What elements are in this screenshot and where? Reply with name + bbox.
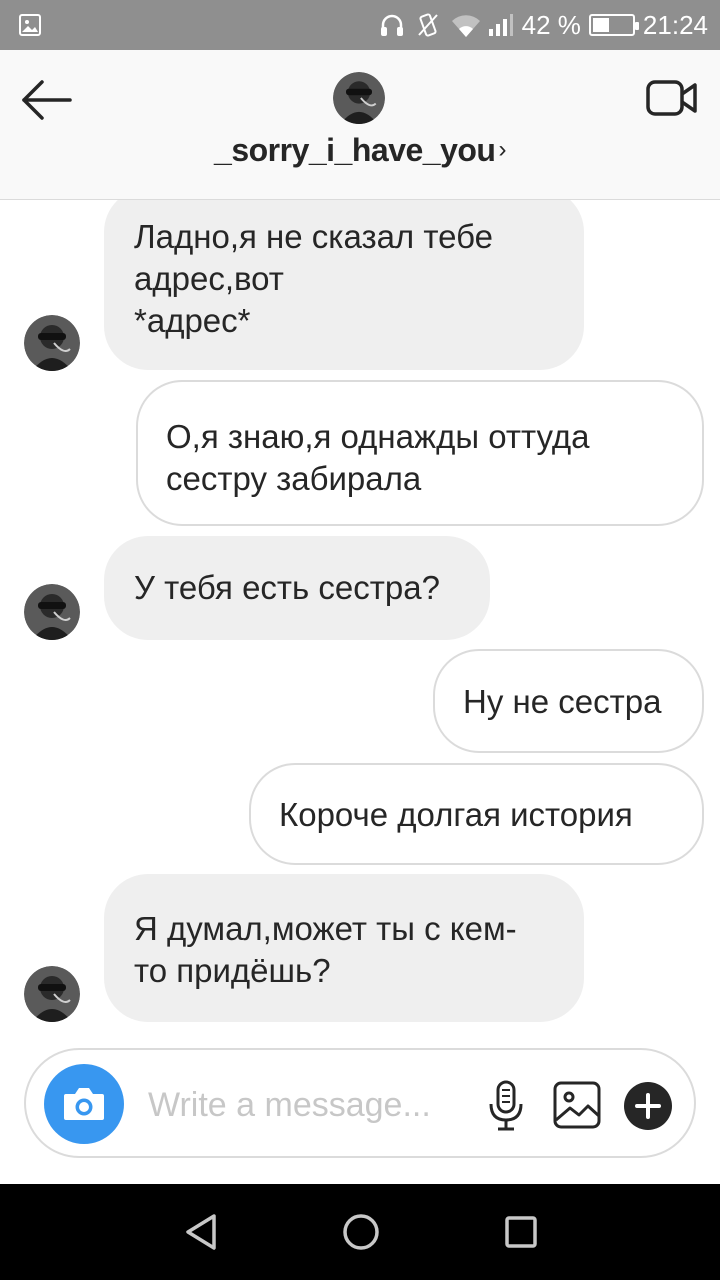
message-text: Я думал,может ты с кем- то придёшь? <box>134 910 517 989</box>
message-composer <box>24 1048 696 1158</box>
gallery-icon <box>553 1081 601 1129</box>
message-text: Ну не сестра <box>463 683 662 720</box>
microphone-button[interactable] <box>486 1080 526 1132</box>
more-options-button[interactable] <box>624 1082 672 1130</box>
message-thread[interactable]: Ладно,я не сказал тебе адрес,вот *адрес*… <box>0 200 720 1030</box>
message-outgoing[interactable]: О,я знаю,я однажды оттуда сестру забирал… <box>136 380 704 526</box>
message-text: О,я знаю,я однажды оттуда сестру забирал… <box>166 418 590 497</box>
gallery-notification-icon <box>18 13 42 37</box>
status-bar: 42 % 21:24 <box>0 0 720 50</box>
nav-recents-button[interactable] <box>499 1210 543 1254</box>
status-indicators: 42 % 21:24 <box>378 0 708 50</box>
message-text: Короче долгая история <box>279 796 633 833</box>
camera-button[interactable] <box>44 1064 124 1144</box>
back-button[interactable] <box>18 78 76 122</box>
sender-avatar[interactable] <box>24 584 80 640</box>
message-text: У тебя есть сестра? <box>134 569 440 606</box>
message-text: Ладно,я не сказал тебе адрес,вот *адрес* <box>134 218 493 339</box>
nav-back-button[interactable] <box>180 1210 224 1254</box>
username-title[interactable]: _sorry_i_have_you › <box>0 132 720 169</box>
profile-avatar[interactable] <box>333 72 385 124</box>
sender-avatar[interactable] <box>24 315 80 371</box>
headphones-icon <box>378 11 406 39</box>
gallery-button[interactable] <box>552 1080 602 1130</box>
message-incoming[interactable]: У тебя есть сестра? <box>104 536 490 640</box>
nav-home-button[interactable] <box>339 1210 383 1254</box>
wifi-icon <box>450 11 480 39</box>
arrow-left-icon <box>22 80 72 120</box>
video-call-button[interactable] <box>646 78 698 118</box>
username: _sorry_i_have_you <box>214 132 496 168</box>
chat-header: _sorry_i_have_you › <box>0 50 720 200</box>
clock: 21:24 <box>642 9 708 40</box>
navigation-bar <box>0 1184 720 1280</box>
camera-icon <box>64 1088 104 1120</box>
message-outgoing[interactable]: Ну не сестра <box>433 649 704 753</box>
message-outgoing[interactable]: Короче долгая история <box>249 763 704 865</box>
recents-square-icon <box>505 1216 537 1248</box>
video-camera-icon <box>646 80 697 116</box>
signal-icon <box>486 11 514 39</box>
sender-avatar[interactable] <box>24 966 80 1022</box>
back-triangle-icon <box>186 1214 216 1250</box>
battery-percent: 42 % <box>521 9 581 40</box>
message-incoming[interactable]: Ладно,я не сказал тебе адрес,вот *адрес* <box>104 200 584 370</box>
chevron-right-icon: › <box>498 136 506 163</box>
vibrate-icon <box>414 11 442 39</box>
microphone-icon <box>489 1080 523 1131</box>
plus-icon <box>635 1093 661 1119</box>
message-input[interactable] <box>148 1078 478 1132</box>
message-incoming[interactable]: Я думал,может ты с кем- то придёшь? <box>104 874 584 1022</box>
home-circle-icon <box>343 1214 379 1250</box>
battery-icon <box>588 14 639 36</box>
